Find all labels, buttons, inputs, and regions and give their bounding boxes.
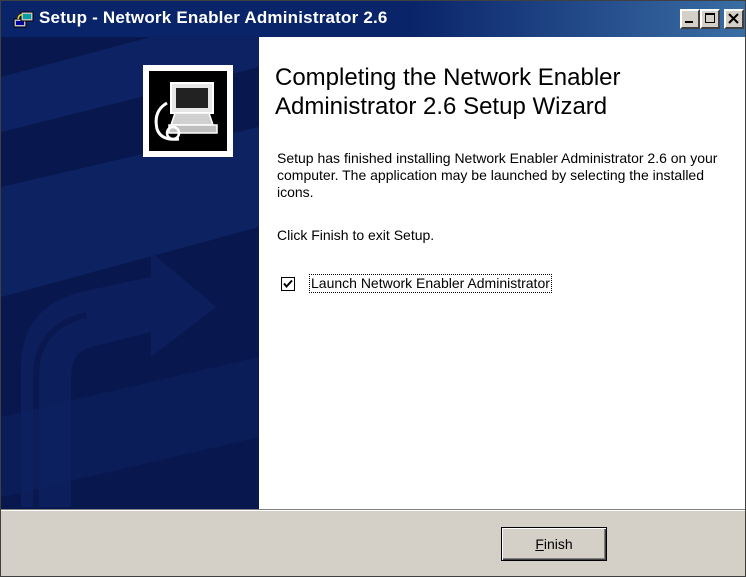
wizard-side-banner xyxy=(1,37,259,509)
setup-computer-icon xyxy=(13,10,35,30)
finish-instruction: Click Finish to exit Setup. xyxy=(277,227,435,243)
setup-wizard-window: Setup - Network Enabler Administrator 2.… xyxy=(0,0,746,577)
launch-checkbox[interactable] xyxy=(281,277,295,291)
maximize-button[interactable] xyxy=(700,9,720,29)
launch-checkbox-label[interactable]: Launch Network Enabler Administrator xyxy=(309,274,552,293)
wizard-heading: Completing the Network Enabler Administr… xyxy=(275,64,621,120)
checkmark-icon xyxy=(283,279,293,289)
finish-button-accelerator: F xyxy=(535,536,544,552)
window-title: Setup - Network Enabler Administrator 2.… xyxy=(39,8,388,27)
title-bar[interactable]: Setup - Network Enabler Administrator 2.… xyxy=(1,1,745,37)
wizard-footer: Finish xyxy=(1,511,745,576)
maximize-icon xyxy=(705,13,715,23)
minimize-icon xyxy=(685,21,693,23)
close-button[interactable] xyxy=(724,9,744,29)
finish-button-label: inish xyxy=(543,536,573,552)
minimize-button[interactable] xyxy=(680,9,700,29)
finish-button[interactable]: Finish xyxy=(501,527,607,561)
wizard-content: Completing the Network Enabler Administr… xyxy=(259,37,745,509)
close-icon xyxy=(728,13,739,24)
completion-message: Setup has finished installing Network En… xyxy=(277,150,718,200)
computer-install-icon xyxy=(151,75,225,149)
